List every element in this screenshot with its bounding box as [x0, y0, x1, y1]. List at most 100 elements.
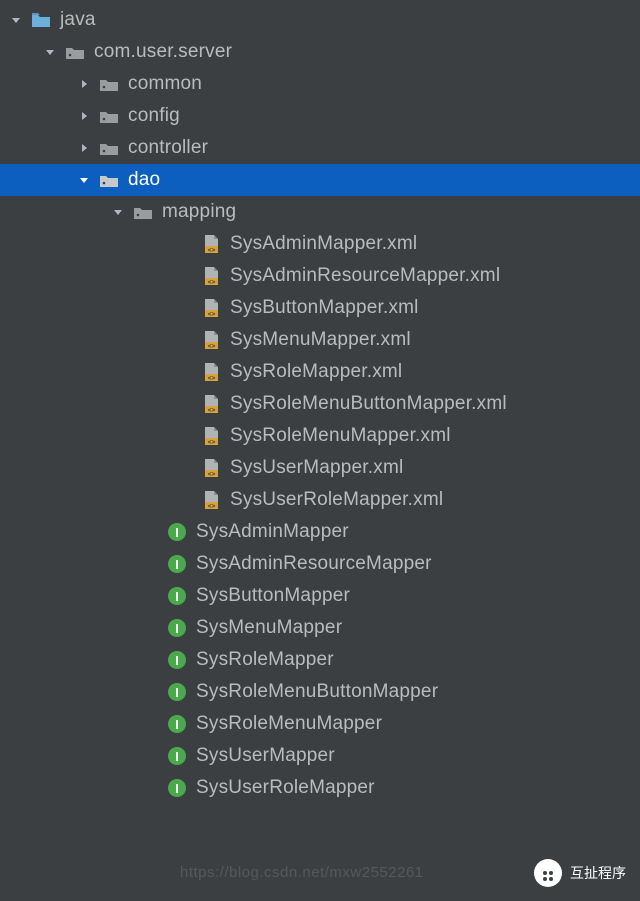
chevron-down-icon[interactable]: [76, 172, 92, 188]
tree-item-label: dao: [128, 169, 160, 191]
tree-item-label: SysAdminResourceMapper.xml: [230, 265, 500, 287]
folder-icon: [30, 9, 52, 31]
arrow-spacer: [144, 524, 160, 540]
tree-item-label: SysRoleMenuMapper: [196, 713, 382, 735]
project-tree: java com.user.servercommon config controlle…: [0, 0, 640, 804]
arrow-spacer: [178, 428, 194, 444]
package-icon: [98, 137, 120, 159]
csdn-watermark: https://blog.csdn.net/mxw2552261: [180, 864, 424, 881]
tree-row[interactable]: I SysRoleMenuButtonMapper: [0, 676, 640, 708]
arrow-spacer: [144, 588, 160, 604]
tree-item-label: SysAdminResourceMapper: [196, 553, 432, 575]
svg-text:I: I: [175, 749, 179, 764]
tree-item-label: SysMenuMapper.xml: [230, 329, 411, 351]
tree-item-label: SysRoleMenuButtonMapper: [196, 681, 438, 703]
tree-row[interactable]: <> SysRoleMapper.xml: [0, 356, 640, 388]
svg-text:I: I: [175, 653, 179, 668]
tree-item-label: java: [60, 9, 96, 31]
tree-row[interactable]: I SysUserMapper: [0, 740, 640, 772]
chevron-right-icon[interactable]: [76, 140, 92, 156]
svg-text:<>: <>: [208, 343, 216, 350]
xml-file-icon: <>: [200, 393, 222, 415]
package-icon: [98, 169, 120, 191]
svg-text:I: I: [175, 621, 179, 636]
package-icon: [98, 73, 120, 95]
arrow-spacer: [144, 652, 160, 668]
interface-icon: I: [166, 681, 188, 703]
xml-file-icon: <>: [200, 329, 222, 351]
tree-row[interactable]: <> SysUserRoleMapper.xml: [0, 484, 640, 516]
interface-icon: I: [166, 745, 188, 767]
package-icon: [64, 41, 86, 63]
svg-text:<>: <>: [208, 247, 216, 254]
arrow-spacer: [178, 300, 194, 316]
interface-icon: I: [166, 617, 188, 639]
wechat-watermark: 互扯程序: [534, 859, 626, 887]
tree-row[interactable]: <> SysRoleMenuButtonMapper.xml: [0, 388, 640, 420]
interface-icon: I: [166, 553, 188, 575]
chevron-down-icon[interactable]: [8, 12, 24, 28]
svg-text:I: I: [175, 589, 179, 604]
tree-row[interactable]: java: [0, 4, 640, 36]
tree-row[interactable]: controller: [0, 132, 640, 164]
svg-text:<>: <>: [208, 503, 216, 510]
watermark-label: 互扯程序: [570, 863, 626, 883]
svg-text:<>: <>: [208, 439, 216, 446]
arrow-spacer: [178, 236, 194, 252]
arrow-spacer: [178, 268, 194, 284]
tree-row[interactable]: common: [0, 68, 640, 100]
tree-row[interactable]: ISysButtonMapper: [0, 580, 640, 612]
tree-row[interactable]: <> SysRoleMenuMapper.xml: [0, 420, 640, 452]
svg-text:<>: <>: [208, 311, 216, 318]
tree-row[interactable]: <> SysAdminResourceMapper.xml: [0, 260, 640, 292]
tree-row[interactable]: <> SysMenuMapper.xml: [0, 324, 640, 356]
tree-item-label: controller: [128, 137, 208, 159]
tree-item-label: SysRoleMapper.xml: [230, 361, 402, 383]
tree-row[interactable]: com.user.server: [0, 36, 640, 68]
xml-file-icon: <>: [200, 297, 222, 319]
arrow-spacer: [144, 748, 160, 764]
svg-text:I: I: [175, 685, 179, 700]
tree-item-label: config: [128, 105, 180, 127]
tree-row[interactable]: I SysRoleMapper: [0, 644, 640, 676]
package-icon: [132, 201, 154, 223]
xml-file-icon: <>: [200, 489, 222, 511]
tree-item-label: SysRoleMenuMapper.xml: [230, 425, 451, 447]
tree-row[interactable]: I SysAdminResourceMapper: [0, 548, 640, 580]
arrow-spacer: [144, 684, 160, 700]
chevron-down-icon[interactable]: [110, 204, 126, 220]
interface-icon: I: [166, 713, 188, 735]
svg-text:I: I: [175, 525, 179, 540]
tree-row[interactable]: mapping: [0, 196, 640, 228]
tree-row[interactable]: config: [0, 100, 640, 132]
tree-row[interactable]: I SysUserRoleMapper: [0, 772, 640, 804]
chevron-down-icon[interactable]: [42, 44, 58, 60]
tree-item-label: SysRoleMapper: [196, 649, 334, 671]
chevron-right-icon[interactable]: [76, 76, 92, 92]
chevron-right-icon[interactable]: [76, 108, 92, 124]
xml-file-icon: <>: [200, 361, 222, 383]
tree-row[interactable]: dao: [0, 164, 640, 196]
tree-row[interactable]: <>SysAdminMapper.xml: [0, 228, 640, 260]
tree-item-label: SysUserMapper: [196, 745, 335, 767]
interface-icon: I: [166, 585, 188, 607]
svg-text:<>: <>: [208, 375, 216, 382]
tree-row[interactable]: <>SysButtonMapper.xml: [0, 292, 640, 324]
svg-text:<>: <>: [208, 471, 216, 478]
tree-row[interactable]: ISysAdminMapper: [0, 516, 640, 548]
xml-file-icon: <>: [200, 425, 222, 447]
xml-file-icon: <>: [200, 265, 222, 287]
tree-item-label: SysRoleMenuButtonMapper.xml: [230, 393, 507, 415]
tree-row[interactable]: ISysMenuMapper: [0, 612, 640, 644]
tree-item-label: SysUserRoleMapper: [196, 777, 375, 799]
tree-row[interactable]: <>SysUserMapper.xml: [0, 452, 640, 484]
arrow-spacer: [144, 556, 160, 572]
svg-text:I: I: [175, 717, 179, 732]
svg-text:<>: <>: [208, 279, 216, 286]
tree-item-label: SysUserRoleMapper.xml: [230, 489, 443, 511]
tree-row[interactable]: I SysRoleMenuMapper: [0, 708, 640, 740]
arrow-spacer: [178, 460, 194, 476]
svg-text:I: I: [175, 781, 179, 796]
package-icon: [98, 105, 120, 127]
arrow-spacer: [178, 492, 194, 508]
